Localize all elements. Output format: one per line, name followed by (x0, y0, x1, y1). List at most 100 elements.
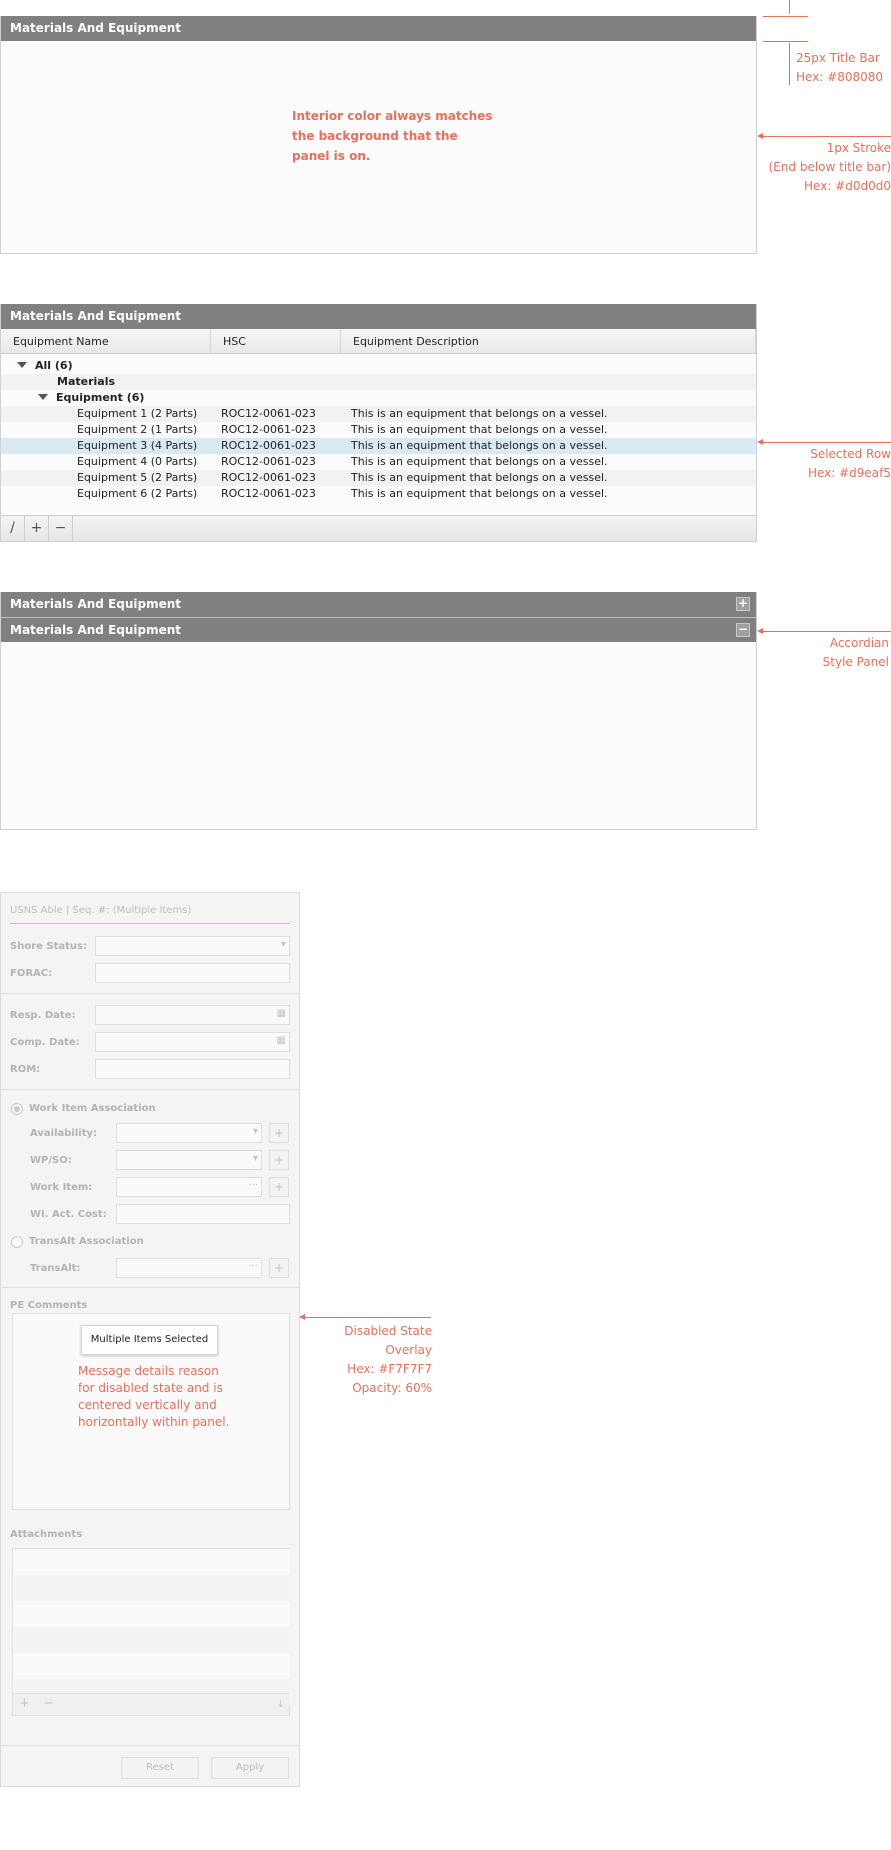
accordion-header-collapsed[interactable]: Materials And Equipment + (1, 592, 756, 617)
add-transalt-icon[interactable]: + (269, 1258, 289, 1278)
table-row[interactable]: Equipment 5 (2 Parts) ROC12-0061-023 This … (1, 470, 756, 486)
cell-equipment-name: Equipment 3 (4 Parts) (77, 439, 198, 452)
grid-header: Equipment Name HSC Equipment Description (1, 329, 756, 354)
accordion-header-expanded[interactable]: Materials And Equipment − (1, 617, 756, 642)
overlay-note: Disabled State Overlay Hex: #F7F7F7 Opac… (344, 1324, 432, 1395)
grid-toolbar: / + − (1, 515, 756, 541)
column-header-hsc[interactable]: HSC (211, 329, 341, 353)
remove-icon[interactable]: − (49, 516, 73, 541)
divider (1, 1287, 299, 1288)
interior-color-note: Interior color always matches the backgr… (292, 109, 493, 163)
form-header-underline (10, 923, 290, 924)
tree-grid-panel: Materials And Equipment Equipment Name H… (0, 304, 757, 542)
cell-hsc: ROC12-0061-023 (221, 439, 316, 452)
transalt-label: TransAlt: (30, 1263, 81, 1274)
availability-select[interactable]: ▾ (116, 1123, 262, 1143)
wi-act-cost-label: WI. Act. Cost: (30, 1209, 107, 1220)
rom-input[interactable] (95, 1059, 290, 1079)
attachments-list[interactable]: + − ⤓ (12, 1548, 290, 1716)
add-availability-icon[interactable]: + (269, 1123, 289, 1143)
edit-icon[interactable]: / (1, 516, 25, 541)
selected-row-arrow-head (757, 439, 763, 445)
expand-icon[interactable]: + (736, 597, 750, 611)
shore-status-label: Shore Status: (10, 941, 87, 952)
list-item (14, 1601, 290, 1627)
stroke-arrow-head (757, 133, 763, 139)
expand-triangle-icon[interactable] (17, 362, 27, 368)
panel-title: Materials And Equipment (10, 21, 182, 35)
tree-group-all[interactable]: All (6) (1, 358, 756, 374)
forac-input[interactable] (95, 963, 290, 983)
table-row[interactable]: Equipment 4 (0 Parts) ROC12-0061-023 This … (1, 454, 756, 470)
calendar-icon[interactable]: ▦ (277, 1008, 286, 1019)
cell-equipment-name: Equipment 5 (2 Parts) (77, 471, 198, 484)
download-icon[interactable]: ⤓ (278, 1697, 283, 1711)
cell-equipment-description: This is an equipment that belongs on a v… (351, 455, 608, 468)
remove-attachment-icon[interactable]: − (43, 1696, 54, 1711)
cell-equipment-description: This is an equipment that belongs on a v… (351, 407, 608, 420)
tree-group-equipment[interactable]: Equipment (6) (1, 390, 756, 406)
transalt-input[interactable]: ··· (116, 1258, 262, 1278)
table-row[interactable]: Equipment 6 (2 Parts) ROC12-0061-023 This … (1, 486, 756, 502)
work-item-association-radio[interactable] (11, 1103, 23, 1115)
titlebar-note: 25px Title Bar Hex: #808080 (796, 51, 884, 84)
attachments-toolbar: + − ⤓ (13, 1693, 289, 1715)
calendar-icon[interactable]: ▦ (277, 1035, 286, 1046)
add-wpso-icon[interactable]: + (269, 1150, 289, 1170)
apply-button[interactable]: Apply (211, 1757, 289, 1779)
ellipsis-icon[interactable]: ··· (248, 1180, 258, 1191)
wpso-select[interactable]: ▾ (116, 1150, 262, 1170)
list-item (14, 1549, 290, 1575)
pe-comments-label: PE Comments (10, 1300, 88, 1311)
cell-hsc: ROC12-0061-023 (221, 407, 316, 420)
cell-equipment-description: This is an equipment that belongs on a v… (351, 439, 608, 452)
add-attachment-icon[interactable]: + (19, 1696, 30, 1711)
add-icon[interactable]: + (25, 516, 49, 541)
chevron-down-icon: ▾ (280, 939, 286, 950)
resp-date-input[interactable]: ▦ (95, 1005, 290, 1025)
accordion-arrow-head (757, 628, 763, 634)
wpso-label: WP/SO: (30, 1155, 72, 1166)
panel-title: Materials And Equipment (10, 597, 182, 611)
resp-date-label: Resp. Date: (10, 1010, 76, 1021)
panel-title: Materials And Equipment (10, 309, 182, 323)
work-item-label: Work Item: (30, 1182, 93, 1193)
cell-hsc: ROC12-0061-023 (221, 487, 316, 500)
divider (1, 1745, 299, 1746)
disabled-overlay-message: Multiple Items Selected (81, 1325, 218, 1355)
rom-label: ROM: (10, 1064, 41, 1075)
add-work-item-icon[interactable]: + (269, 1177, 289, 1197)
list-item (14, 1575, 290, 1601)
cell-equipment-name: Equipment 6 (2 Parts) (77, 487, 198, 500)
column-header-equipment-name[interactable]: Equipment Name (1, 329, 211, 353)
chevron-down-icon: ▾ (252, 1153, 258, 1164)
expand-triangle-icon[interactable] (38, 394, 48, 400)
overlay-arrow-head (299, 1314, 305, 1320)
cell-hsc: ROC12-0061-023 (221, 423, 316, 436)
shore-status-select[interactable]: ▾ (95, 936, 290, 956)
column-header-equipment-description[interactable]: Equipment Description (341, 329, 756, 353)
accordion-panel: Materials And Equipment + Materials And … (0, 592, 757, 830)
accordion-arrow-line (763, 631, 891, 632)
attachments-label: Attachments (10, 1529, 83, 1540)
table-row[interactable]: Equipment 3 (4 Parts) ROC12-0061-023 This … (1, 438, 756, 454)
cell-equipment-name: Equipment 2 (1 Parts) (77, 423, 198, 436)
panel-title-bar: Materials And Equipment (1, 304, 756, 329)
wi-act-cost-input[interactable] (116, 1204, 290, 1224)
cell-hsc: ROC12-0061-023 (221, 455, 316, 468)
work-item-input[interactable]: ··· (116, 1177, 262, 1197)
transalt-association-radio[interactable] (11, 1236, 23, 1248)
comp-date-input[interactable]: ▦ (95, 1032, 290, 1052)
table-row[interactable]: Equipment 1 (2 Parts) ROC12-0061-023 This … (1, 406, 756, 422)
dimension-tick-bottom (763, 41, 808, 42)
selected-row-arrow-line (763, 442, 891, 443)
tree-group-materials[interactable]: Materials (1, 374, 756, 390)
table-row[interactable]: Equipment 2 (1 Parts) ROC12-0061-023 This … (1, 422, 756, 438)
availability-label: Availability: (30, 1128, 97, 1139)
ellipsis-icon[interactable]: ··· (248, 1261, 258, 1272)
collapse-icon[interactable]: − (736, 623, 750, 637)
divider (1, 1089, 299, 1090)
dimension-arrow-line-bottom (789, 43, 790, 85)
reset-button[interactable]: Reset (121, 1757, 199, 1779)
disabled-reason-note: Message details reason for disabled stat… (78, 1364, 230, 1429)
